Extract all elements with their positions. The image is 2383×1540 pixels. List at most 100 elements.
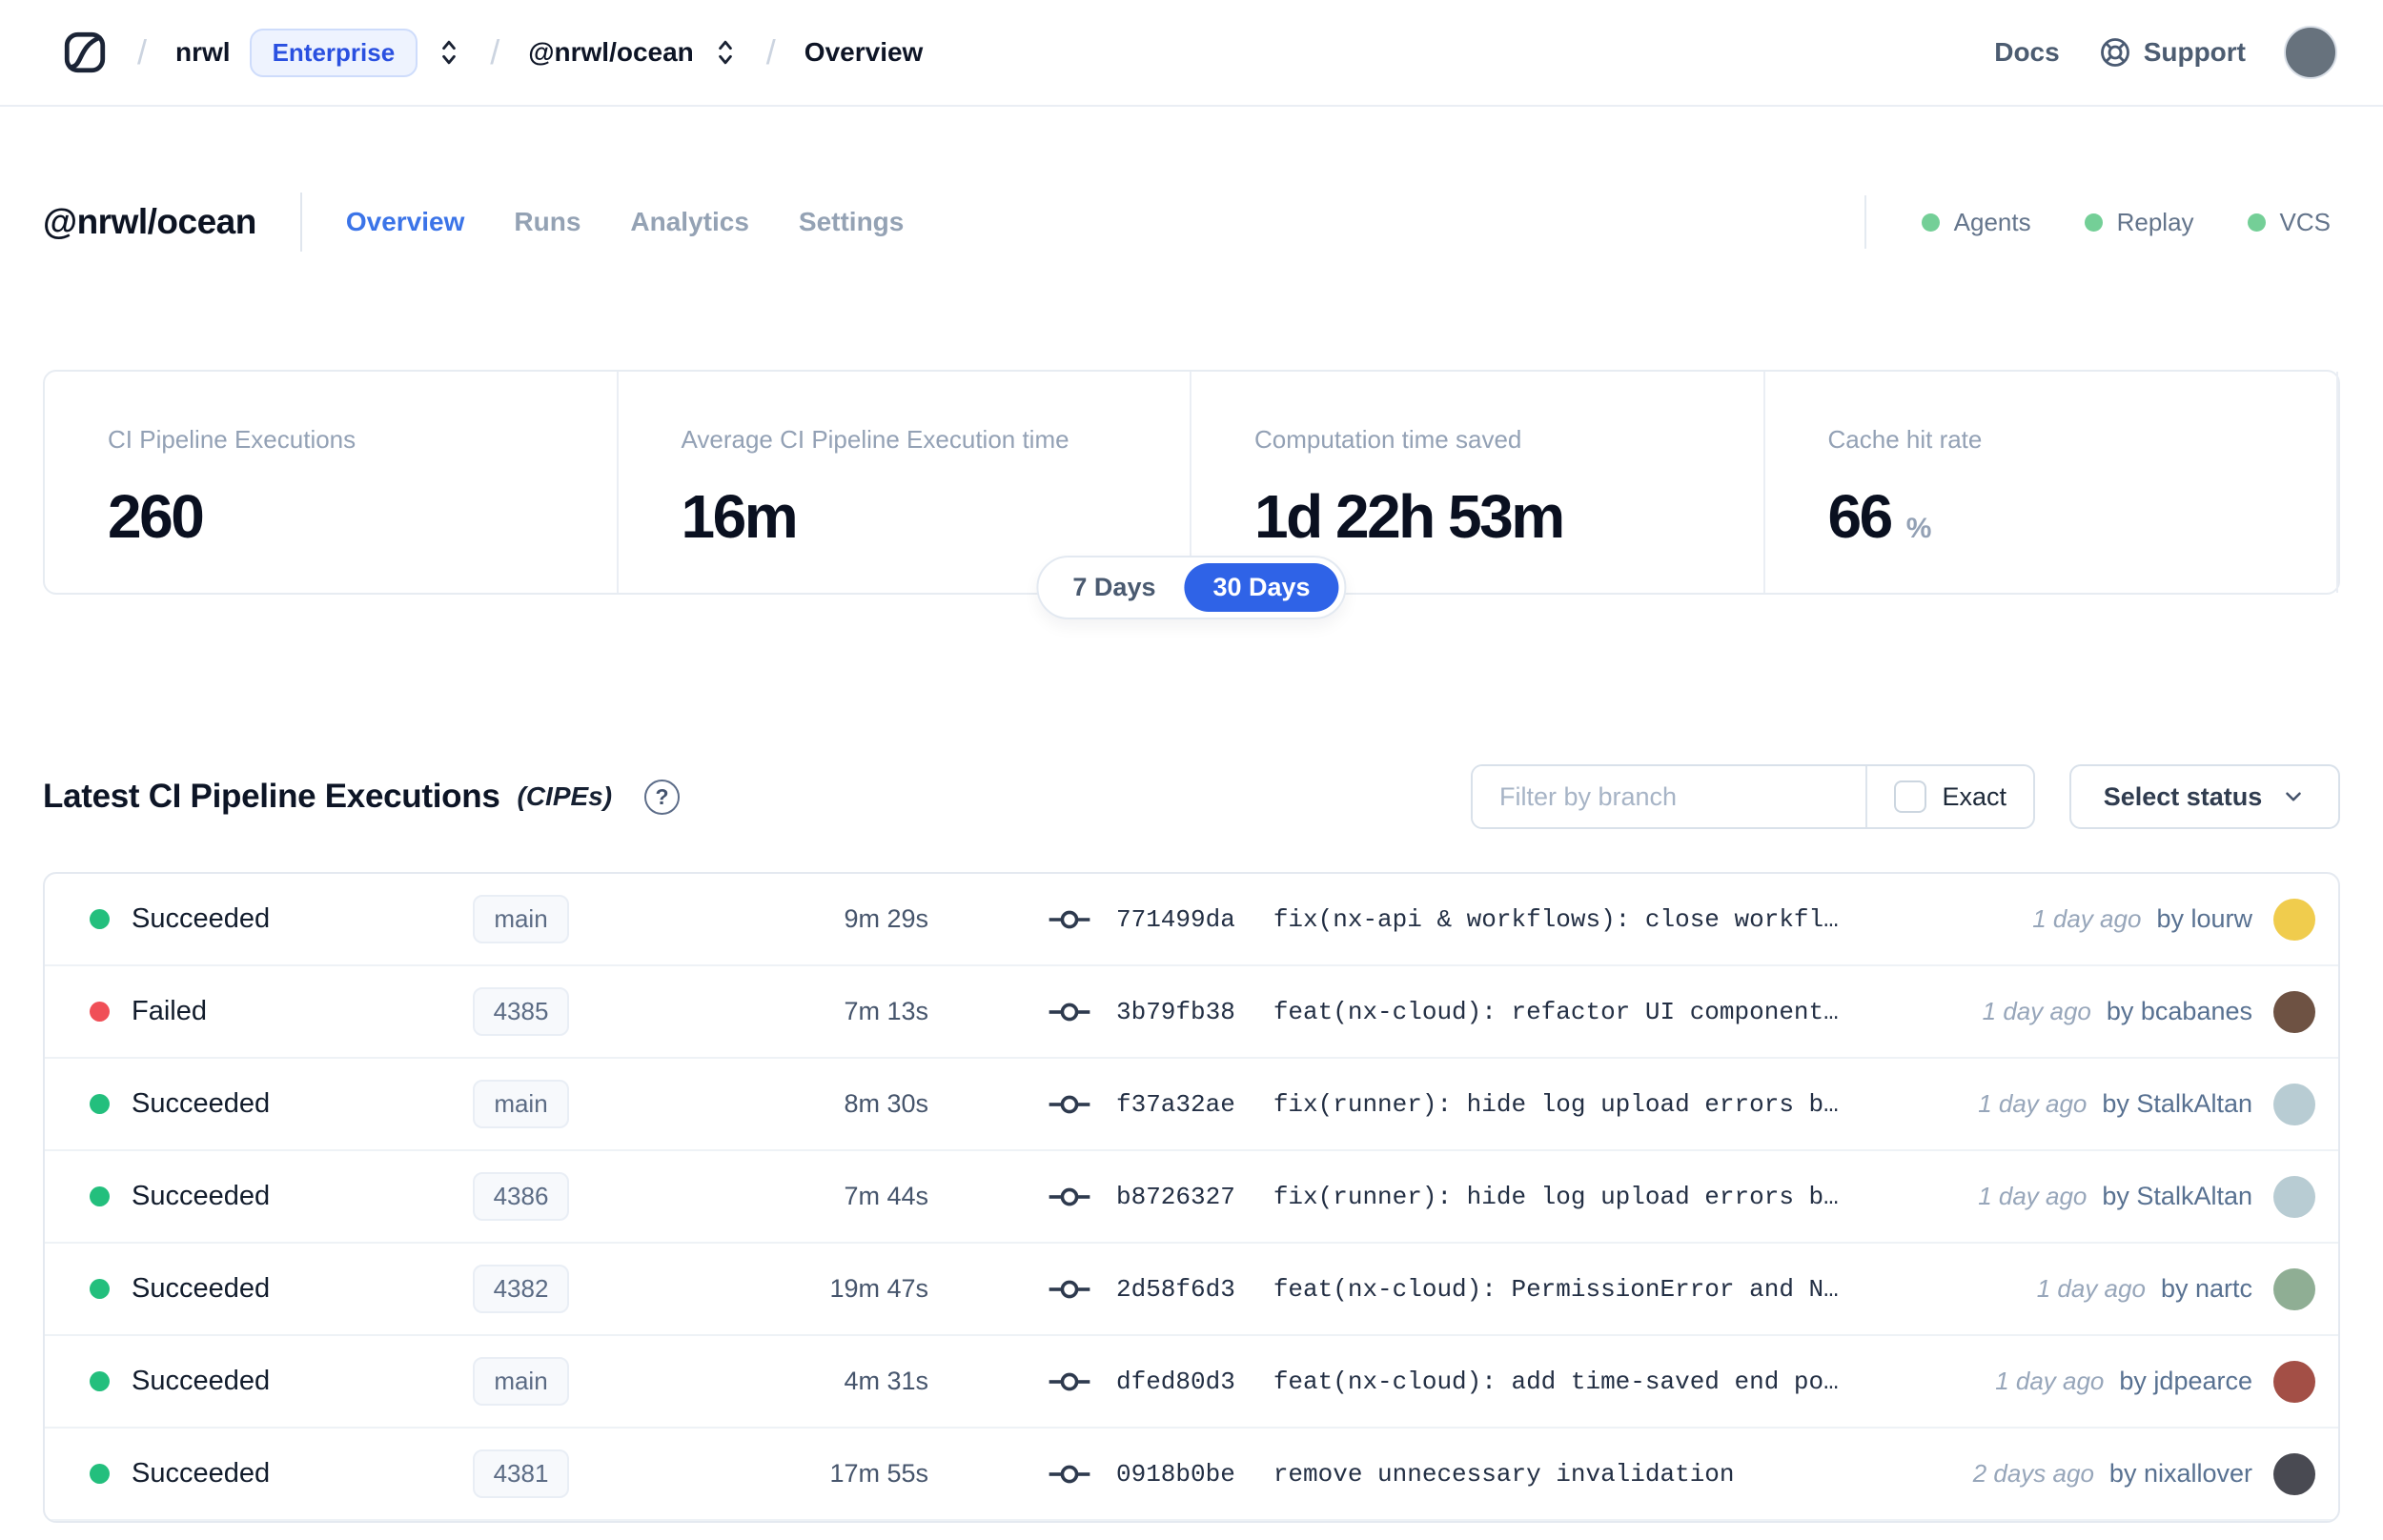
status-label: Succeeded (132, 1088, 271, 1119)
commit-icon (1049, 1003, 1090, 1021)
nav-actions: Docs Support (1994, 26, 2337, 79)
branch-badge: main (473, 1357, 569, 1406)
stat-suffix: % (1905, 513, 1932, 544)
commit-hash: 3b79fb38 (1116, 997, 1235, 1026)
cipe-table: Succeeded main 9m 29s 771499da fix(nx-api… (43, 872, 2340, 1523)
help-icon[interactable]: ? (644, 779, 681, 815)
breadcrumb-workspace[interactable]: @nrwl/ocean (528, 36, 738, 69)
green-dot-icon (2247, 213, 2266, 232)
author: by jdpearce (2119, 1367, 2252, 1395)
duration: 19m 47s (829, 1274, 928, 1303)
breadcrumb-separator: / (137, 32, 148, 71)
duration: 8m 30s (844, 1089, 928, 1118)
commit-hash: f37a32ae (1116, 1089, 1235, 1119)
commit-message: feat(nx-cloud): refactor UI component… (1273, 997, 1839, 1026)
commit-message: feat(nx-cloud): add time-saved end po… (1273, 1367, 1839, 1396)
commit-icon (1049, 1372, 1090, 1390)
status-select-dropdown[interactable]: Select status (2069, 764, 2340, 829)
author-avatar (2273, 1175, 2315, 1218)
section-title-group: Latest CI Pipeline Executions (CIPEs) ? (43, 778, 681, 816)
stat-value: 260 (108, 482, 205, 551)
section-subtitle: (CIPEs) (517, 781, 613, 811)
indicator-label: Agents (1953, 207, 2031, 236)
author-avatar (2273, 1360, 2315, 1403)
stat-value: 16m (681, 482, 799, 551)
green-dot-icon (2084, 213, 2103, 232)
exact-label: Exact (1942, 781, 2006, 811)
breadcrumb-separator: / (490, 32, 500, 71)
commit-icon (1049, 1465, 1090, 1483)
exact-checkbox[interactable] (1894, 780, 1927, 813)
support-link[interactable]: Support (2098, 35, 2246, 70)
commit-hash: 771499da (1116, 904, 1235, 934)
docs-link[interactable]: Docs (1994, 37, 2059, 68)
branch-badge: 4385 (472, 987, 570, 1036)
table-row[interactable]: Succeeded main 8m 30s f37a32ae fix(runner… (45, 1059, 2338, 1151)
commit-icon (1049, 1095, 1090, 1113)
enterprise-badge: Enterprise (249, 28, 418, 77)
workspace-tabs: Overview Runs Analytics Settings (346, 207, 905, 237)
breadcrumb-org[interactable]: nrwl Enterprise (175, 28, 461, 77)
author: by nartc (2160, 1274, 2252, 1303)
chevron-updown-icon[interactable] (437, 36, 461, 69)
duration: 17m 55s (829, 1459, 928, 1488)
tab-overview[interactable]: Overview (346, 207, 465, 237)
author: by StalkAltan (2102, 1089, 2252, 1118)
status-dot-icon (90, 1002, 110, 1022)
section-title: Latest CI Pipeline Executions (43, 778, 500, 815)
status-dot-icon (90, 1279, 110, 1299)
table-row[interactable]: Succeeded main 4m 31s dfed80d3 feat(nx-cl… (45, 1336, 2338, 1429)
table-row[interactable]: Succeeded 4381 17m 55s 0918b0be remove un… (45, 1429, 2338, 1521)
commit-hash: b8726327 (1116, 1182, 1235, 1211)
table-row[interactable]: Succeeded 4386 7m 44s b8726327 fix(runner… (45, 1151, 2338, 1244)
stat-label: CI Pipeline Executions (108, 425, 356, 454)
support-label: Support (2143, 37, 2246, 67)
date-range-toggle: 7 Days 30 Days (1036, 556, 1347, 619)
top-nav: / nrwl Enterprise / @nrwl/ocean / Overvi… (0, 0, 2383, 107)
branch-filter-group: Exact (1471, 764, 2035, 829)
breadcrumb-current-page: Overview (804, 37, 924, 67)
commit-hash: 2d58f6d3 (1116, 1274, 1235, 1304)
nx-cloud-logo-icon[interactable] (61, 29, 109, 76)
user-avatar[interactable] (2284, 26, 2337, 79)
filter-controls: Exact Select status (1471, 764, 2340, 829)
time-ago: 1 day ago (2032, 904, 2142, 933)
breadcrumb: / nrwl Enterprise / @nrwl/ocean / Overvi… (61, 28, 924, 77)
divider (1864, 195, 1866, 249)
commit-message: remove unnecessary invalidation (1273, 1459, 1735, 1489)
author: by lourw (2156, 904, 2252, 933)
org-name: nrwl (175, 37, 231, 67)
table-row[interactable]: Succeeded main 9m 29s 771499da fix(nx-api… (45, 874, 2338, 966)
table-row[interactable]: Failed 4385 7m 13s 3b79fb38 feat(nx-cloud… (45, 966, 2338, 1059)
duration: 7m 44s (844, 1182, 928, 1210)
table-row[interactable]: Succeeded 4382 19m 47s 2d58f6d3 feat(nx-c… (45, 1244, 2338, 1336)
commit-message: fix(runner): hide log upload errors b… (1273, 1182, 1839, 1211)
status-label: Succeeded (132, 1181, 271, 1211)
tab-analytics[interactable]: Analytics (630, 207, 749, 237)
author: by StalkAltan (2102, 1182, 2252, 1210)
stat-value: 1d 22h 53m (1254, 482, 1565, 551)
status-label: Failed (132, 996, 207, 1026)
range-7-days[interactable]: 7 Days (1044, 563, 1184, 612)
status-label: Succeeded (132, 1273, 271, 1304)
indicator-agents: Agents (1921, 207, 2031, 237)
chevron-updown-icon[interactable] (713, 36, 738, 69)
divider (299, 192, 302, 252)
branch-filter-input[interactable] (1473, 766, 1866, 827)
status-indicators: Agents Replay VCS (1864, 195, 2340, 249)
stat-label: Computation time saved (1254, 425, 1522, 454)
range-30-days[interactable]: 30 Days (1184, 563, 1339, 612)
author-avatar (2273, 1267, 2315, 1310)
duration: 4m 31s (844, 1367, 928, 1395)
time-ago: 1 day ago (1978, 1182, 2088, 1210)
tab-settings[interactable]: Settings (799, 207, 904, 237)
tab-runs[interactable]: Runs (514, 207, 580, 237)
stat-ci-pipeline-executions: CI Pipeline Executions 260 (45, 372, 619, 593)
branch-badge: main (473, 1080, 569, 1128)
indicator-replay: Replay (2084, 208, 2194, 237)
commit-message: fix(runner): hide log upload errors b… (1273, 1089, 1839, 1119)
stat-label: Average CI Pipeline Execution time (681, 425, 1069, 454)
indicator-vcs: VCS (2247, 208, 2331, 237)
chevron-down-icon (2286, 792, 2302, 801)
stats-cards: CI Pipeline Executions 260 Average CI Pi… (43, 370, 2340, 619)
